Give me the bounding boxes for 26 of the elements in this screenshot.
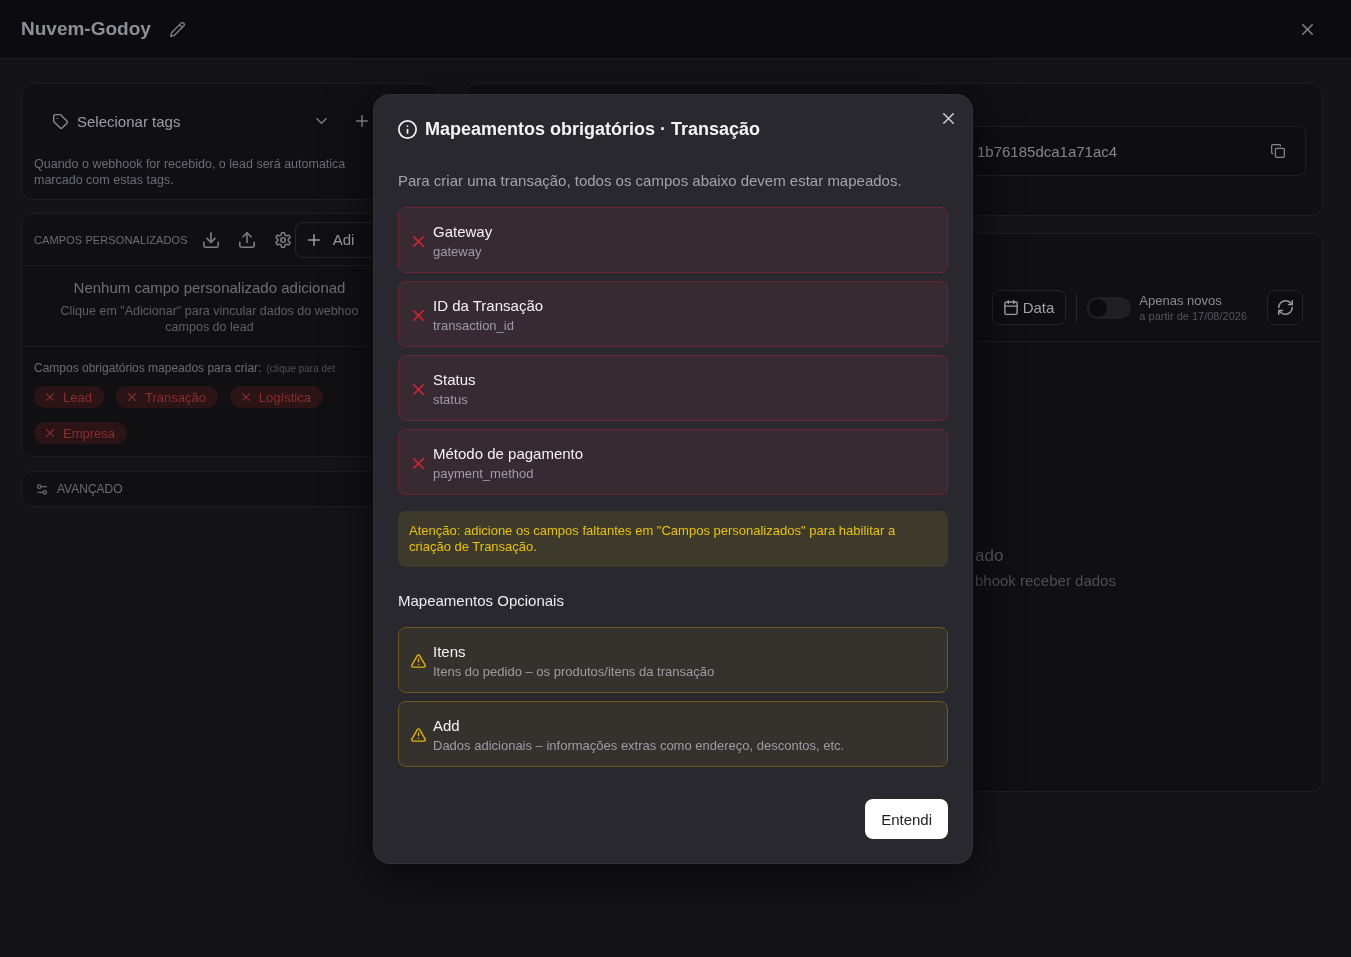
page-title: Nuvem-Godoy (21, 17, 151, 41)
empty-state-text: Clique em "Adicionar" para vincular dados do webhoo campos do lead (60, 303, 359, 335)
empty-state-text: bhook receber dados (975, 571, 1116, 591)
modal-description: Para criar uma transação, todos os campos abaixo devem estar mapeados. (398, 171, 903, 191)
field-description: Itens do pedido – os produtos/itens da transação (433, 663, 715, 680)
field-name: Método de pagamento (433, 444, 584, 463)
modal-title: Mapeamentos obrigatórios · Transação (425, 118, 761, 141)
toggle-label: Apenas novos (1139, 292, 1223, 309)
field-key: status (433, 391, 476, 408)
field-description: Dados adicionais – informações extras como endereço, descontos, etc. (433, 737, 845, 754)
warning-message: Atenção: adicione os campos faltantes em "Campos personalizados" para habilitar a criação de Transação. (398, 511, 948, 567)
field-name: ID da Transação (433, 296, 544, 315)
toggle-hint: a partir de 17/08/2026 (1139, 308, 1247, 323)
field-name: Itens (433, 642, 467, 661)
field-key: gateway (433, 243, 493, 260)
empty-state-title: Nenhum campo personalizado adicionad (73, 278, 346, 298)
field-name: Add (433, 716, 461, 735)
required-fields-hint: (clique para det (266, 362, 336, 376)
section-title: CAMPOS PERSONALIZADOS (34, 233, 188, 246)
required-fields-label: Campos obrigatórios mapeados para criar: (34, 360, 262, 376)
field-name: Status (433, 370, 476, 389)
empty-state-title: ado (975, 545, 1004, 567)
section-heading: Mapeamentos Opcionais (398, 591, 565, 611)
tags-description: Quando o webhook for recebido, o lead será automatica marcado com estas tags. (34, 156, 346, 188)
field-key: transaction_id (433, 317, 544, 334)
field-name: Gateway (433, 222, 493, 241)
